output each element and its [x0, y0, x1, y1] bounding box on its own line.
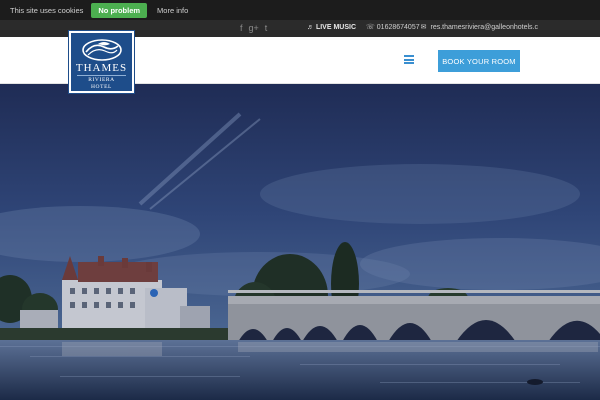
twitter-icon[interactable]: t	[265, 22, 268, 34]
cookie-more-info-link[interactable]: More info	[157, 6, 188, 15]
google-plus-icon[interactable]: g+	[249, 22, 259, 34]
hotel-logo[interactable]: THAMES RIVIERA HOTEL	[69, 31, 134, 93]
logo-subtitle: RIVIERA HOTEL	[77, 75, 126, 91]
cookie-accept-button[interactable]: No problem	[91, 2, 148, 18]
river-bridge-scene	[0, 84, 600, 400]
live-music-link[interactable]: ♬ LIVE MUSIC	[307, 22, 356, 34]
social-links: f g+ t	[240, 22, 267, 34]
wave-logo-icon	[81, 39, 122, 61]
book-room-button[interactable]: BOOK YOUR ROOM	[438, 50, 520, 72]
cookie-message: This site uses cookies	[10, 5, 84, 15]
facebook-icon[interactable]: f	[240, 22, 243, 34]
cookie-bar: This site uses cookies No problem More i…	[0, 0, 600, 20]
hamburger-menu-icon[interactable]	[404, 55, 414, 64]
email-icon: ✉	[420, 24, 427, 31]
site-header: THAMES RIVIERA HOTEL BOOK YOUR ROOM	[0, 31, 600, 93]
hero-image	[0, 84, 600, 400]
phone-number[interactable]: 01628674057	[377, 22, 420, 34]
email-address[interactable]: res.thamesriviera@galleonhotels.c	[430, 22, 538, 34]
contact-info: ♬ LIVE MUSIC ☏ 01628674057 ✉ res.thamesr…	[307, 22, 538, 34]
logo-name: THAMES	[75, 62, 128, 74]
phone-icon: ☏	[366, 24, 375, 31]
